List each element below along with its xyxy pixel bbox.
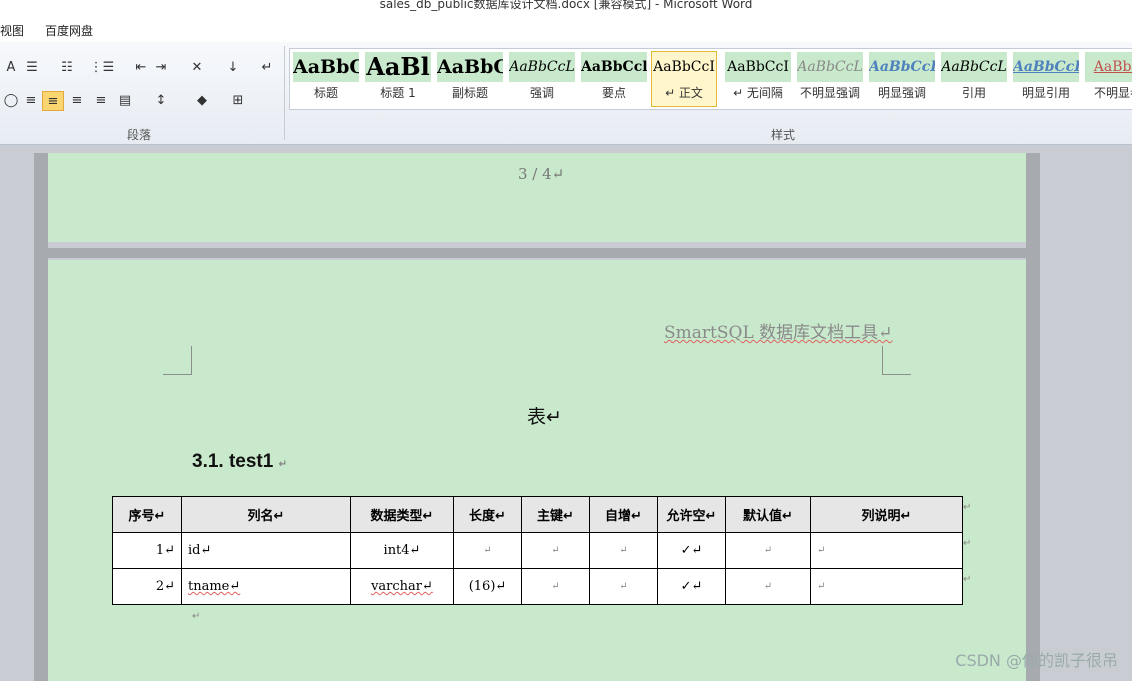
- table-row: 2↵ tname↵ varchar↵ (16)↵ ↵ ↵ ✓↵ ↵ ↵: [112, 568, 963, 605]
- page-shadow-left: [34, 153, 48, 681]
- cell-default[interactable]: ↵: [725, 568, 811, 605]
- style-subtle-reference[interactable]: AaBbC 不明显参: [1085, 52, 1132, 108]
- cell-primary-key[interactable]: ↵: [521, 568, 590, 605]
- col-header-primary-key: 主键↵: [521, 496, 590, 533]
- align-center-icon[interactable]: ≡: [42, 91, 64, 111]
- numbering-icon[interactable]: ☷: [54, 58, 80, 78]
- window-title-bar: sales_db_public数据库设计文档.docx [兼容模式] - Mic…: [0, 0, 1132, 16]
- circle-icon[interactable]: ◯: [0, 91, 22, 111]
- col-header-name: 列名↵: [181, 496, 351, 533]
- cell-name[interactable]: tname↵: [181, 568, 351, 605]
- cell-description[interactable]: ↵: [810, 568, 963, 605]
- style-emphasis[interactable]: AaBbCcL 强调: [509, 52, 575, 108]
- menu-bar: 视图 百度网盘: [0, 16, 1132, 42]
- align-left-icon[interactable]: ≡: [20, 91, 42, 111]
- page-break-gap: [36, 248, 1040, 258]
- window-title: sales_db_public数据库设计文档.docx [兼容模式] - Mic…: [379, 0, 753, 11]
- cell-nullable[interactable]: ✓↵: [657, 532, 726, 569]
- style-subtitle[interactable]: AaBbC 副标题: [437, 52, 503, 108]
- col-header-type: 数据类型↵: [350, 496, 454, 533]
- paragraph-group-label: 段落: [127, 128, 152, 142]
- table-header-row: 序号↵ 列名↵ 数据类型↵ 长度↵ 主键↵ 自增↵ 允许空↵ 默认值↵ 列说明↵: [112, 496, 963, 533]
- style-no-spacing[interactable]: AaBbCcI ↵ 无间隔: [725, 52, 791, 108]
- style-subtle-emphasis[interactable]: AaBbCcL 不明显强调: [797, 52, 863, 108]
- table-row: 1↵ id↵ int4↵ ↵ ↵ ↵ ✓↵ ↵ ↵: [112, 532, 963, 569]
- col-header-auto-increment: 自增↵: [589, 496, 658, 533]
- col-header-default: 默认值↵: [725, 496, 811, 533]
- cell-auto-increment[interactable]: ↵: [589, 532, 658, 569]
- ribbon: A ☰ ☷ ⋮☰ ⇤ ⇥ ✕ ↓ ↵ ◯ ≡ ≡ ≡ ≡ ▤ ↕ ◆ ⊞ 段落 …: [0, 42, 1132, 145]
- menu-baidu-netdisk[interactable]: 百度网盘: [45, 22, 93, 39]
- justify-icon[interactable]: ≡: [90, 91, 112, 111]
- cell-name[interactable]: id↵: [181, 532, 351, 569]
- page-shadow-right: [1026, 153, 1040, 681]
- align-right-icon[interactable]: ≡: [66, 91, 88, 111]
- show-marks-icon[interactable]: ↵: [256, 58, 278, 78]
- multilevel-list-icon[interactable]: ⋮☰: [88, 58, 116, 78]
- margin-corner-right: [882, 346, 911, 375]
- style-strong[interactable]: AaBbCcl 要点: [581, 52, 647, 108]
- cell-index[interactable]: 2↵: [112, 568, 182, 605]
- group-separator: [284, 46, 285, 140]
- shading-icon[interactable]: ◆: [188, 91, 216, 111]
- col-header-description: 列说明↵: [810, 496, 963, 533]
- cell-type[interactable]: int4↵: [350, 532, 454, 569]
- style-heading-1[interactable]: AaBl 标题 1: [365, 52, 431, 108]
- watermark: CSDN @你的凯子很吊: [955, 651, 1118, 670]
- cell-auto-increment[interactable]: ↵: [589, 568, 658, 605]
- distributed-icon[interactable]: ▤: [114, 91, 136, 111]
- section-title: 3.1. test1 ↵: [192, 451, 287, 472]
- text-direction-icon[interactable]: A: [0, 58, 22, 78]
- cell-nullable[interactable]: ✓↵: [657, 568, 726, 605]
- page-number: 3 / 4↵: [518, 165, 565, 183]
- cell-primary-key[interactable]: ↵: [521, 532, 590, 569]
- decrease-indent-icon[interactable]: ⇤: [130, 58, 152, 78]
- cell-length[interactable]: ↵: [453, 532, 522, 569]
- style-intense-quote[interactable]: AaBbCcL 明显引用: [1013, 52, 1079, 108]
- style-quote[interactable]: AaBbCcL 引用: [941, 52, 1007, 108]
- cell-type[interactable]: varchar↵: [350, 568, 454, 605]
- table-heading: 表↵: [527, 406, 562, 428]
- chinese-layout-icon[interactable]: ✕: [184, 58, 210, 78]
- col-header-index: 序号↵: [112, 496, 182, 533]
- increase-indent-icon[interactable]: ⇥: [150, 58, 172, 78]
- style-title[interactable]: AaBbC 标题: [293, 52, 359, 108]
- menu-view[interactable]: 视图: [0, 22, 24, 39]
- sort-icon[interactable]: ↓: [222, 58, 244, 78]
- margin-corner-left: [163, 346, 192, 375]
- column-table: 序号↵ 列名↵ 数据类型↵ 长度↵ 主键↵ 自增↵ 允许空↵ 默认值↵ 列说明↵…: [112, 496, 963, 605]
- cell-index[interactable]: 1↵: [112, 532, 182, 569]
- col-header-nullable: 允许空↵: [657, 496, 726, 533]
- row-end-mark: ↵: [963, 574, 972, 585]
- row-end-mark: ↵: [963, 538, 972, 549]
- page-3[interactable]: 3 / 4↵: [48, 153, 1026, 242]
- paragraph-mark: ↵: [278, 459, 287, 470]
- style-intense-emphasis[interactable]: AaBbCcL 明显强调: [869, 52, 935, 108]
- row-end-mark: ↵: [963, 502, 972, 513]
- cell-length[interactable]: (16)↵: [453, 568, 522, 605]
- col-header-length: 长度↵: [453, 496, 522, 533]
- bullets-icon[interactable]: ☰: [22, 58, 42, 78]
- cell-description[interactable]: ↵: [810, 532, 963, 569]
- header-text: SmartSQL 数据库文档工具↵: [664, 323, 893, 343]
- borders-icon[interactable]: ⊞: [224, 91, 252, 111]
- cell-default[interactable]: ↵: [725, 532, 811, 569]
- styles-group-label: 样式: [771, 128, 796, 142]
- paragraph-mark: ↵: [192, 611, 201, 622]
- styles-gallery: AaBbC 标题 AaBl 标题 1 AaBbC 副标题 AaBbCcL 强调 …: [289, 48, 1132, 110]
- style-normal[interactable]: AaBbCcI ↵ 正文: [651, 51, 717, 107]
- line-spacing-icon[interactable]: ↕: [148, 91, 174, 111]
